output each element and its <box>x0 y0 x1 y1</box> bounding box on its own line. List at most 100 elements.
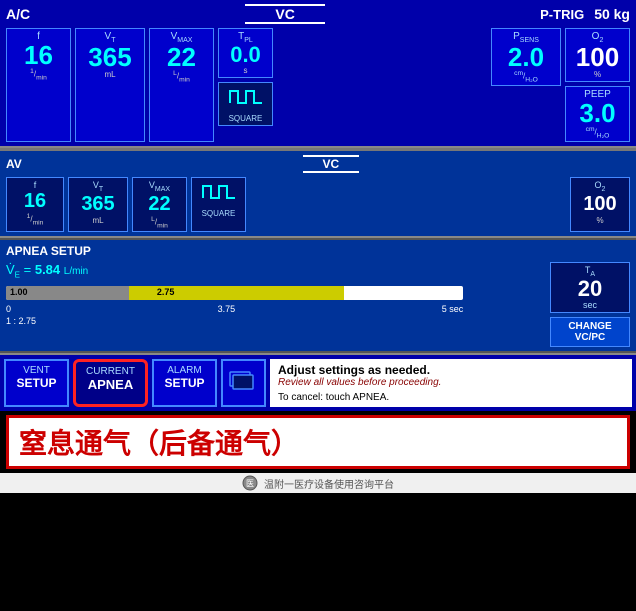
f-param-box[interactable]: f 16 1/min <box>6 28 71 142</box>
peep-param-box[interactable]: PEEP 3.0 cm/H₂O <box>565 86 630 142</box>
vc-mode-label: VC <box>245 4 324 24</box>
current-label2: APNEA <box>84 377 137 392</box>
tpl-unit: s <box>223 66 268 75</box>
mid-vmax-unit: L/min <box>139 216 180 229</box>
change-label: CHANGE <box>555 321 625 332</box>
ve-display: V̇E = 5.84 L/min <box>6 262 544 280</box>
current-label1: CURRENT <box>84 366 137 377</box>
ve-label: V̇E = <box>6 262 35 277</box>
mid-vt-label: VT <box>75 180 121 193</box>
ac-mode-label: A/C <box>6 6 30 22</box>
mid-f-unit: 1/min <box>13 213 57 226</box>
apnea-right: TA 20 sec CHANGE VC/PC <box>550 262 630 347</box>
waveform-label: SQUARE <box>223 114 268 123</box>
slider-bar: 1.00 2.75 <box>6 286 544 302</box>
slider-val1: 1.00 <box>10 287 28 297</box>
mid-waveform-label: SQUARE <box>196 209 241 218</box>
vent-label2: SETUP <box>14 376 59 390</box>
psens-unit: cm/H₂O <box>496 70 556 83</box>
info-box: Adjust settings as needed. Review all va… <box>270 359 632 407</box>
peep-unit: cm/H₂O <box>570 126 625 139</box>
mid-vmax-label: VMAX <box>139 180 180 193</box>
vmax-param-box[interactable]: VMAX 22 L/min <box>149 28 214 142</box>
mid-vmax-value: 22 <box>139 193 180 216</box>
tpl-value: 0.0 <box>223 44 268 66</box>
tpl-wave-col: TPL 0.0 s SQUARE <box>218 28 273 142</box>
right-params-col: PSENS 2.0 cm/H₂O <box>491 28 561 142</box>
waveform-box[interactable]: SQUARE <box>218 82 273 126</box>
svg-text:医: 医 <box>246 479 254 488</box>
apnea-content: V̇E = 5.84 L/min 1.00 2.75 0 3.75 5 sec <box>6 262 630 347</box>
mid-o2-unit: % <box>577 216 623 225</box>
mid-vt-box[interactable]: VT 365 mL <box>68 177 128 232</box>
screen-icon-button[interactable] <box>221 359 266 407</box>
apnea-setup-section: APNEA SETUP V̇E = 5.84 L/min 1.00 2.75 <box>0 240 636 351</box>
tpl-param-box[interactable]: TPL 0.0 s <box>218 28 273 78</box>
info-line1: Adjust settings as needed. <box>278 363 624 377</box>
info-line2: Review all values before proceeding. <box>278 377 624 388</box>
mid-waveform-box[interactable]: SQUARE <box>191 177 246 232</box>
apnea-setup-title: APNEA SETUP <box>6 244 630 258</box>
psens-param-box[interactable]: PSENS 2.0 cm/H₂O <box>491 28 561 86</box>
ve-value: 5.84 <box>35 262 60 277</box>
vt-param-box[interactable]: VT 365 mL <box>75 28 145 142</box>
ta-box[interactable]: TA 20 sec <box>550 262 630 313</box>
bottom-bar: VENT SETUP CURRENT APNEA ALARM SETUP Adj… <box>0 353 636 411</box>
scale-end: 5 sec <box>442 304 464 314</box>
vcpc-label: VC/PC <box>555 332 625 343</box>
o2-value: 100 <box>570 44 625 70</box>
vmax-value: 22 <box>154 44 209 70</box>
f-unit: 1/min <box>11 68 66 81</box>
mid-o2-value: 100 <box>577 193 623 216</box>
mid-params-row: f 16 1/min VT 365 mL VMAX 22 L/min SQUAR… <box>6 177 630 232</box>
top-params-row: f 16 1/min VT 365 mL VMAX 22 L/min TPL 0… <box>6 28 630 142</box>
mid-vt-value: 365 <box>75 193 121 216</box>
chinese-text: 窒息通气（后备通气） <box>19 428 299 459</box>
mid-spacer <box>250 177 566 232</box>
ta-value: 20 <box>555 278 625 300</box>
o2-peep-col: O2 100 % PEEP 3.0 cm/H₂O <box>565 28 630 142</box>
slider-track: 1.00 2.75 <box>6 286 463 300</box>
current-apnea-button[interactable]: CURRENT APNEA <box>73 359 148 407</box>
screen-icon <box>229 371 259 395</box>
ve-unit: L/min <box>64 266 88 277</box>
scale-val3: 3.75 <box>218 304 236 314</box>
change-vcpc-button[interactable]: CHANGE VC/PC <box>550 317 630 347</box>
mid-vmax-box[interactable]: VMAX 22 L/min <box>132 177 187 232</box>
vmax-unit: L/min <box>154 70 209 83</box>
mid-vt-unit: mL <box>75 216 121 225</box>
mid-section: AV VC f 16 1/min VT 365 mL VMAX 22 L/min <box>0 151 636 238</box>
top-header-row: A/C VC P-TRIG 50 kg <box>6 4 630 24</box>
watermark-bar: 医 温附一医疗设备使用咨询平台 <box>0 473 636 493</box>
mid-vc-label: VC <box>303 155 360 173</box>
mid-f-label: f <box>13 180 57 190</box>
slider-annotation: 1 : 2.75 <box>6 316 544 326</box>
chinese-annotation-box: 窒息通气（后备通气） <box>6 415 630 469</box>
spacer <box>277 28 487 142</box>
mid-squarewave-icon <box>201 180 237 204</box>
top-section: A/C VC P-TRIG 50 kg f 16 1/min VT 365 mL… <box>0 0 636 148</box>
ta-unit: sec <box>555 300 625 310</box>
mid-f-value: 16 <box>13 190 57 213</box>
squarewave-icon <box>228 85 264 109</box>
psens-value: 2.0 <box>496 44 556 70</box>
vt-value: 365 <box>80 44 140 70</box>
alarm-label1: ALARM <box>162 365 207 376</box>
peep-value: 3.0 <box>570 100 625 126</box>
vent-setup-button[interactable]: VENT SETUP <box>4 359 69 407</box>
wf-logo-icon: 医 <box>242 475 258 491</box>
info-line3: To cancel: touch APNEA. <box>278 392 624 403</box>
scale-start: 0 <box>6 304 11 314</box>
mid-o2-label: O2 <box>577 180 623 193</box>
o2-param-box[interactable]: O2 100 % <box>565 28 630 82</box>
alarm-label2: SETUP <box>162 376 207 390</box>
mid-f-box[interactable]: f 16 1/min <box>6 177 64 232</box>
mid-o2-box[interactable]: O2 100 % <box>570 177 630 232</box>
f-value: 16 <box>11 42 66 68</box>
weight-label: 50 kg <box>594 6 630 22</box>
apnea-left: V̇E = 5.84 L/min 1.00 2.75 0 3.75 5 sec <box>6 262 544 347</box>
alarm-setup-button[interactable]: ALARM SETUP <box>152 359 217 407</box>
slider-val2: 2.75 <box>157 287 175 297</box>
mid-header: AV VC <box>6 155 630 173</box>
watermark-text: 温附一医疗设备使用咨询平台 <box>264 476 394 491</box>
